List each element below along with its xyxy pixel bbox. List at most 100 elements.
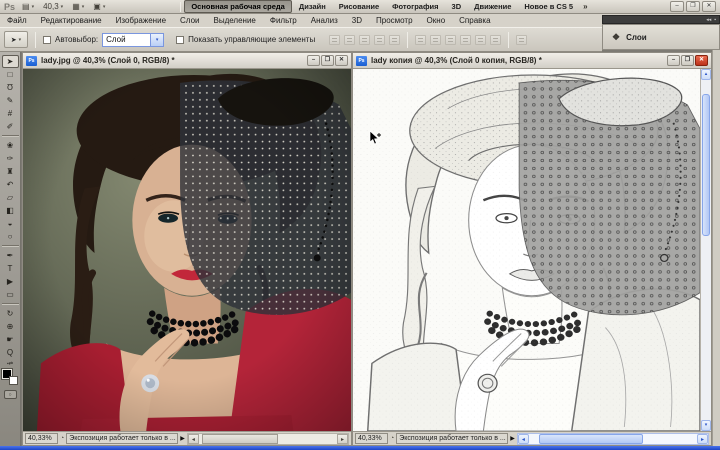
menu-image[interactable]: Изображение: [109, 16, 173, 25]
menu-layers[interactable]: Слои: [173, 16, 206, 25]
status-flyout-icon[interactable]: ▶: [180, 435, 185, 442]
distribute-vertical-centers-icon[interactable]: [430, 35, 441, 45]
scrollbar-thumb[interactable]: [539, 434, 643, 444]
healing-brush-tool[interactable]: ❀: [2, 139, 19, 152]
distribute-right-icon[interactable]: [490, 35, 501, 45]
shape-tool[interactable]: ▭: [2, 288, 19, 301]
status-zoom-field[interactable]: 40,33%: [25, 433, 58, 444]
move-tool[interactable]: ➤: [2, 55, 19, 68]
menu-analysis[interactable]: Анализ: [304, 16, 345, 25]
crop-tool[interactable]: #: [2, 107, 19, 120]
eyedropper-tool[interactable]: ✐: [2, 120, 19, 133]
menu-edit[interactable]: Редактирование: [34, 16, 109, 25]
screen-mode-button[interactable]: ▣ ▾: [91, 1, 107, 12]
scroll-left-icon[interactable]: ◂: [188, 434, 199, 444]
restore-button[interactable]: ❐: [686, 1, 700, 12]
minimize-button[interactable]: –: [667, 55, 680, 66]
show-transform-controls-checkbox[interactable]: [176, 36, 184, 44]
close-button[interactable]: ✕: [702, 1, 716, 12]
menu-view[interactable]: Просмотр: [369, 16, 420, 25]
scroll-down-icon[interactable]: ▾: [701, 420, 711, 431]
rotate-3d-tool[interactable]: ↻: [2, 307, 19, 320]
history-brush-tool[interactable]: ↶: [2, 178, 19, 191]
lasso-tool[interactable]: Ʊ: [2, 81, 19, 94]
pen-tool[interactable]: ✒: [2, 249, 19, 262]
hand-tool[interactable]: ☛: [2, 333, 19, 346]
scrollbar-track[interactable]: [199, 434, 337, 444]
swap-colors-icon[interactable]: ▪⇄: [7, 361, 13, 368]
menu-help[interactable]: Справка: [452, 16, 497, 25]
photo-canvas[interactable]: [23, 69, 351, 431]
workspace-photography[interactable]: Фотография: [386, 1, 444, 12]
workspace-new-cs5[interactable]: Новое в CS 5: [518, 1, 579, 12]
photoshop-window: Ps ▤ ▾ 40,3 ▾ ▦ ▾ ▣ ▾ Основная рабочая с…: [0, 0, 720, 450]
auto-align-layers-icon[interactable]: [516, 35, 527, 45]
distribute-top-icon[interactable]: [415, 35, 426, 45]
document-titlebar[interactable]: Ps lady.jpg @ 40,3% (Слой 0, RGB/8) * – …: [23, 53, 351, 69]
workspace-motion[interactable]: Движение: [468, 1, 517, 12]
close-button[interactable]: ✕: [335, 55, 348, 66]
status-info-icon: ◔: [60, 435, 64, 442]
scroll-right-icon[interactable]: ▸: [697, 434, 708, 444]
sketch-canvas[interactable]: ▴ ▾: [353, 69, 711, 431]
minimize-button[interactable]: –: [307, 55, 320, 66]
eraser-tool[interactable]: ▱: [2, 191, 19, 204]
close-button[interactable]: ✕: [695, 55, 708, 66]
align-bottom-edges-icon[interactable]: [359, 35, 370, 45]
menu-window[interactable]: Окно: [420, 16, 453, 25]
autoselect-checkbox[interactable]: [43, 36, 51, 44]
scrollbar-thumb[interactable]: [202, 434, 278, 444]
gradient-tool[interactable]: ◧: [2, 204, 19, 217]
workspace-painting[interactable]: Рисование: [333, 1, 385, 12]
workspace-essentials[interactable]: Основная рабочая среда: [184, 0, 292, 13]
workspace-overflow-button[interactable]: »: [580, 2, 590, 11]
workspace-3d[interactable]: 3D: [446, 1, 468, 12]
workspace-design[interactable]: Дизайн: [293, 1, 332, 12]
status-info-field[interactable]: Экспозиция работает только в ...: [396, 433, 508, 444]
menu-select[interactable]: Выделение: [206, 16, 262, 25]
restore-button[interactable]: ❐: [681, 55, 694, 66]
menu-filter[interactable]: Фильтр: [263, 16, 304, 25]
scrollbar-thumb[interactable]: [702, 94, 710, 237]
autoselect-target-select[interactable]: Слой ▾: [102, 33, 164, 47]
distribute-bottom-icon[interactable]: [445, 35, 456, 45]
menu-3d[interactable]: 3D: [345, 16, 369, 25]
quick-selection-tool[interactable]: ✎: [2, 94, 19, 107]
zoom-level-control[interactable]: 40,3 ▾: [41, 1, 65, 12]
quick-mask-button[interactable]: ○: [4, 390, 17, 399]
distribute-left-icon[interactable]: [460, 35, 471, 45]
dock-collapse-icon[interactable]: ◂◂: [706, 17, 711, 23]
scroll-left-icon[interactable]: ◂: [518, 434, 529, 444]
marquee-tool[interactable]: □: [2, 68, 19, 81]
align-horizontal-centers-icon[interactable]: [389, 35, 400, 45]
align-left-edges-icon[interactable]: [374, 35, 385, 45]
align-vertical-centers-icon[interactable]: [344, 35, 355, 45]
blur-tool[interactable]: ◒: [2, 217, 19, 230]
zoom-tool[interactable]: Q: [2, 346, 19, 359]
camera-3d-tool[interactable]: ⊕: [2, 320, 19, 333]
menu-file[interactable]: Файл: [0, 16, 34, 25]
background-color-swatch[interactable]: [9, 376, 18, 385]
scrollbar-track[interactable]: [701, 80, 711, 420]
status-info-field[interactable]: Экспозиция работает только в ...: [66, 433, 178, 444]
clone-stamp-tool[interactable]: ♜: [2, 165, 19, 178]
status-flyout-icon[interactable]: ▶: [510, 435, 515, 442]
minimize-button[interactable]: –: [670, 1, 684, 12]
scrollbar-track[interactable]: [529, 434, 697, 444]
scroll-up-icon[interactable]: ▴: [701, 69, 711, 80]
path-selection-tool[interactable]: ▶: [2, 275, 19, 288]
tool-preset-picker[interactable]: ➤ ▾: [4, 31, 28, 48]
layers-panel-button[interactable]: ❖ Слои: [602, 24, 720, 50]
dodge-tool[interactable]: ○: [2, 230, 19, 243]
type-tool[interactable]: T: [2, 262, 19, 275]
status-zoom-field[interactable]: 40,33%: [355, 433, 388, 444]
document-titlebar[interactable]: Ps lady копия @ 40,3% (Слой 0 копия, RGB…: [353, 53, 711, 69]
maximize-button[interactable]: ❐: [321, 55, 334, 66]
launch-bridge-button[interactable]: ▤ ▾: [20, 1, 36, 12]
align-top-edges-icon[interactable]: [329, 35, 340, 45]
brush-tool[interactable]: ✑: [2, 152, 19, 165]
scroll-right-icon[interactable]: ▸: [337, 434, 348, 444]
arrange-documents-button[interactable]: ▦ ▾: [70, 1, 86, 12]
dock-menu-icon[interactable]: ▪: [714, 17, 716, 23]
distribute-horizontal-centers-icon[interactable]: [475, 35, 486, 45]
